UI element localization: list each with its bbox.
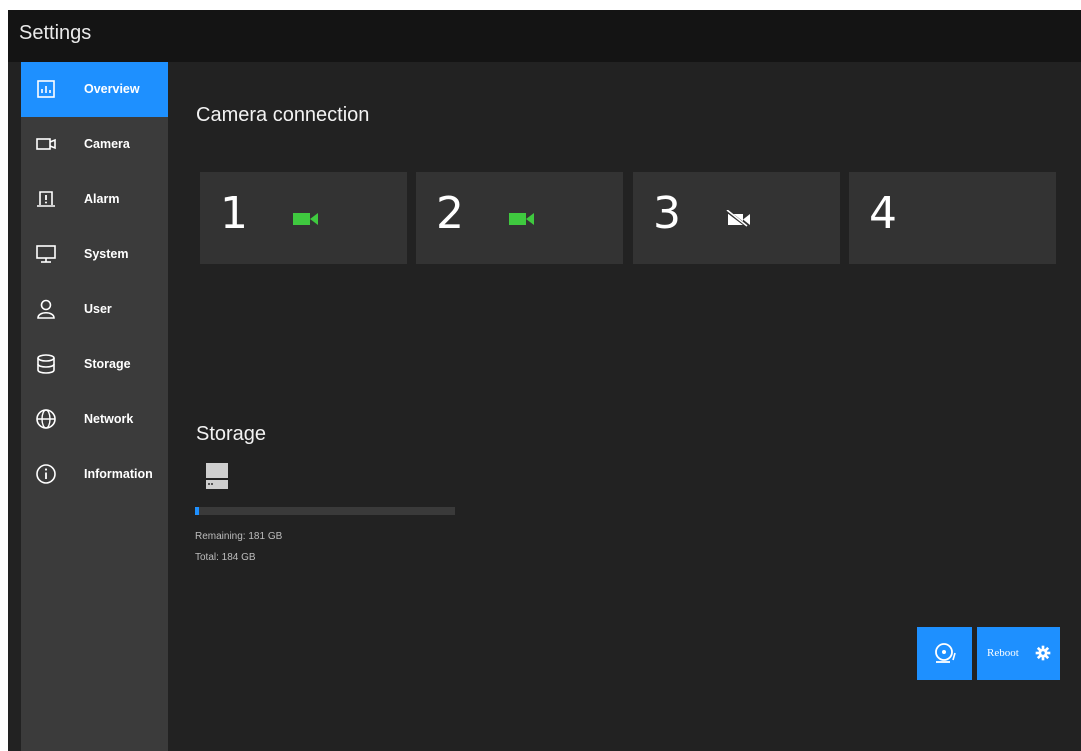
globe-icon (36, 409, 56, 429)
info-icon (36, 464, 56, 484)
camera-card-1[interactable]: 1 (200, 172, 407, 264)
camera-number: 3 (653, 188, 681, 239)
settings-window: Settings Overview Camera Alarm System Us… (8, 10, 1081, 751)
sidebar-item-label: Network (84, 412, 134, 426)
window-title: Settings (19, 22, 92, 44)
storage-remaining: Remaining: 181 GB (195, 531, 283, 542)
camera-card-3[interactable]: 3 (633, 172, 840, 264)
video-camera-off-icon (726, 210, 750, 228)
alarm-icon (37, 191, 55, 207)
storage-total: Total: 184 GB (195, 552, 256, 563)
sidebar-item-label: System (84, 247, 129, 261)
database-icon (37, 354, 55, 374)
storage-usage-fill (195, 507, 200, 515)
sidebar-item-label: Overview (84, 82, 140, 96)
camera-card-4[interactable]: 4 (849, 172, 1056, 264)
monitor-icon (36, 245, 56, 263)
user-icon (37, 299, 55, 319)
storage-title: Storage (196, 423, 267, 445)
camera-number: 2 (436, 188, 464, 239)
sidebar-item-label: Information (84, 467, 153, 481)
sidebar-item-label: User (84, 302, 112, 316)
camera-connection-title: Camera connection (196, 104, 370, 126)
sidebar-item-overview[interactable]: Overview (21, 62, 168, 117)
sidebar: Overview Camera Alarm System User Storag… (21, 62, 168, 751)
sidebar-item-information[interactable]: Information (21, 447, 168, 502)
sidebar-item-user[interactable]: User (21, 282, 168, 337)
sidebar-item-alarm[interactable]: Alarm (21, 172, 168, 227)
storage-usage-bar (195, 507, 455, 515)
gear-icon (1035, 645, 1051, 661)
sidebar-item-label: Storage (84, 357, 131, 371)
sidebar-item-network[interactable]: Network (21, 392, 168, 447)
video-camera-icon (293, 213, 318, 225)
camera-number: 1 (220, 188, 248, 239)
alarm-button[interactable] (917, 627, 972, 680)
sidebar-item-camera[interactable]: Camera (21, 117, 168, 172)
camera-number: 4 (869, 188, 897, 239)
sidebar-item-storage[interactable]: Storage (21, 337, 168, 392)
hard-drive-icon (206, 463, 228, 489)
sidebar-item-system[interactable]: System (21, 227, 168, 282)
alarm-bell-icon (935, 643, 956, 663)
title-bar: Settings (8, 10, 1081, 62)
camera-icon (36, 138, 56, 150)
camera-card-2[interactable]: 2 (416, 172, 623, 264)
reboot-label: Reboot (987, 647, 1019, 659)
chart-icon (37, 80, 55, 98)
sidebar-item-label: Alarm (84, 192, 120, 206)
video-camera-icon (509, 213, 534, 225)
reboot-button[interactable]: Reboot (977, 627, 1060, 680)
sidebar-item-label: Camera (84, 137, 130, 151)
